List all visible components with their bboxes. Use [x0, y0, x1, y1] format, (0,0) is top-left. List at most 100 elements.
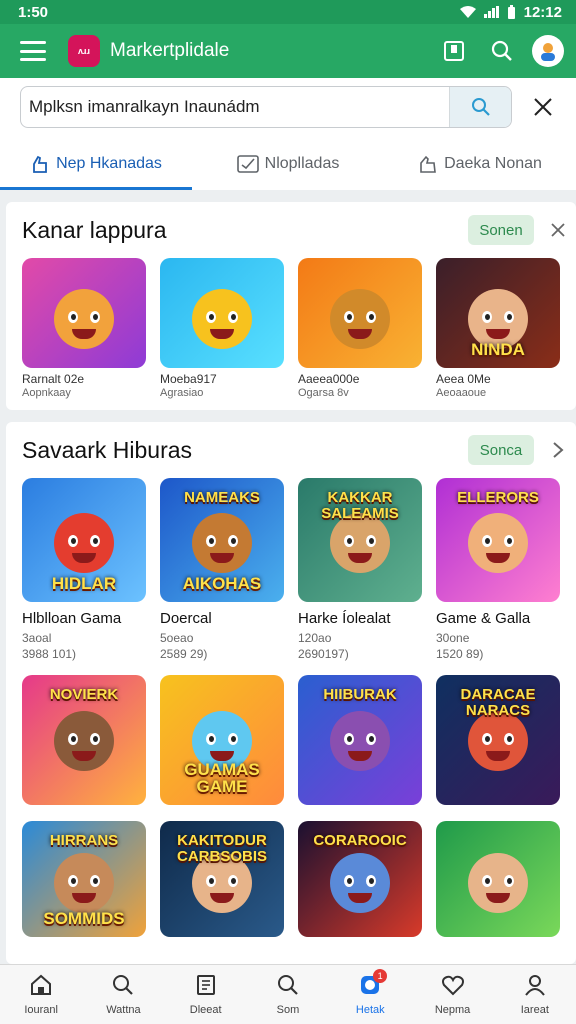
bookmark-button[interactable]	[434, 31, 474, 71]
app-thumbnail[interactable]: KAKKAR SALEAMIS	[298, 478, 422, 602]
nav-item-dleeat[interactable]: Dleeat	[165, 965, 247, 1024]
clear-search-button[interactable]	[526, 90, 560, 124]
character-art	[54, 711, 114, 771]
game-card[interactable]: HIIBURAK	[298, 675, 422, 805]
tab-nloplladas[interactable]: Nloplladas	[192, 138, 384, 190]
app-thumbnail[interactable]: HIIBURAK	[298, 675, 422, 805]
thumbnail-title: NOVIERK	[49, 686, 119, 703]
nav-item-wattna[interactable]: Wattna	[82, 965, 164, 1024]
game-card[interactable]	[436, 821, 560, 937]
nav-item-iareat[interactable]: Iareat	[494, 965, 576, 1024]
thumbnail-title: NAMEAKS	[184, 489, 260, 506]
app-subtitle: Aeoaaoue	[436, 387, 487, 399]
thumbnail-title: ELLERORS	[457, 489, 539, 506]
character-art	[330, 289, 390, 349]
game-card[interactable]: DARACAE NARACS	[436, 675, 560, 805]
wifi-icon	[459, 6, 476, 18]
thumbnail-title: CORAROOIC	[313, 832, 407, 849]
tab-bar: Nep Hkanadas Nloplladas Daeka Nonan	[0, 138, 576, 190]
nav-item-hetak[interactable]: 1 Hetak	[329, 965, 411, 1024]
search-submit-button[interactable]	[449, 87, 511, 127]
app-thumbnail[interactable]	[22, 258, 146, 368]
app-thumbnail[interactable]: NOVIERK	[22, 675, 146, 805]
game-name: Doercal	[160, 610, 212, 627]
app-thumbnail[interactable]	[160, 258, 284, 368]
game-card[interactable]: KAKITODUR CARBSOBIS	[160, 821, 284, 937]
app-thumbnail[interactable]: NINDA	[436, 258, 560, 368]
app-thumbnail[interactable]: HIRRANS SOMMIDS	[22, 821, 146, 937]
game-category: 120ao	[298, 631, 332, 645]
battery-icon	[507, 5, 515, 19]
app-bar: ʌɹɹ Markertplidale	[0, 24, 576, 78]
thumbnail-label: HIDLAR	[51, 574, 117, 593]
section-title: Kanar lappura	[22, 216, 167, 243]
app-thumbnail[interactable]	[298, 258, 422, 368]
app-row: NOVIERK GUAMAS GAME HIIBURAK DARACAE NARACS	[6, 675, 576, 805]
close-icon	[534, 98, 552, 116]
game-card[interactable]: CORAROOIC	[298, 821, 422, 937]
chevron-right-icon	[553, 442, 564, 458]
tab-new-hkanadas[interactable]: Nep Hkanadas	[0, 138, 192, 190]
character-art	[192, 513, 252, 573]
hand-icon	[420, 155, 436, 173]
nav-item-iouranl[interactable]: Iouranl	[0, 965, 82, 1024]
app-name: Aeea 0Me	[436, 372, 491, 386]
character-art	[54, 513, 114, 573]
game-card[interactable]: GUAMAS GAME	[160, 675, 284, 805]
game-card[interactable]: HIRRANS SOMMIDS	[22, 821, 146, 937]
app-thumbnail[interactable]: NAMEAKS AIKOHAS	[160, 478, 284, 602]
nav-label: Nepma	[434, 1004, 471, 1016]
status-bar: 1:50 12:12	[0, 0, 576, 24]
character-art	[54, 853, 114, 913]
game-category: 5oeao	[160, 631, 194, 645]
search-icon	[491, 40, 512, 61]
section-see-all-button[interactable]: Sonca	[468, 435, 534, 465]
app-card[interactable]: Moeba917 Agrasiao	[160, 258, 284, 399]
game-name: Harke Íolealat	[298, 610, 391, 627]
thumbnail-label: SOMMIDS	[43, 909, 125, 928]
app-card[interactable]: NINDA Aeea 0Me Aeoaaoue	[436, 258, 560, 399]
app-thumbnail[interactable]: ELLERORS	[436, 478, 560, 602]
game-name: Game & Galla	[436, 610, 531, 627]
checkbox-icon	[236, 155, 259, 173]
search-input[interactable]: Mplksn imanralkayn Inaunádm	[21, 97, 449, 117]
game-card[interactable]: HIDLAR Hlblloan Gama 3aoal 3988 101)	[22, 478, 146, 661]
search-button[interactable]	[482, 31, 522, 71]
search-box[interactable]: Mplksn imanralkayn Inaunádm	[20, 86, 512, 128]
section-title: Savaark Hiburas	[22, 436, 193, 463]
app-card[interactable]: Rarnalt 02e Aopnkaay	[22, 258, 146, 399]
avatar[interactable]	[532, 35, 564, 67]
close-section-button[interactable]	[546, 218, 570, 242]
app-name: Moeba917	[160, 372, 217, 386]
section-see-all-button[interactable]: Sonen	[468, 215, 534, 245]
app-thumbnail[interactable]	[436, 821, 560, 937]
game-card[interactable]: KAKKAR SALEAMIS Harke Íolealat 120ao 269019…	[298, 478, 422, 661]
app-thumbnail[interactable]: DARACAE NARACS	[436, 675, 560, 805]
next-arrow-button[interactable]	[546, 438, 570, 462]
app-thumbnail[interactable]: HIDLAR	[22, 478, 146, 602]
game-category: 3aoal	[22, 631, 52, 645]
thumbnail-title: KAKKAR SALEAMIS	[321, 489, 399, 522]
search-icon	[471, 98, 490, 116]
app-thumbnail[interactable]: GUAMAS GAME	[160, 675, 284, 805]
status-clock: 12:12	[523, 3, 562, 21]
thumbnail-title: HIRRANS	[49, 832, 119, 849]
tab-daeka-nonan[interactable]: Daeka Nonan	[384, 138, 576, 190]
section-kanar-lappura: Kanar lappura Sonen Rarnalt 02e Aopnkaay M…	[6, 202, 576, 410]
app-card[interactable]: Aaeea000e Ogarsa 8v	[298, 258, 422, 399]
nav-item-nepma[interactable]: Nepma	[411, 965, 493, 1024]
game-card[interactable]: ELLERORS Game & Galla 30one 1520 89)	[436, 478, 560, 661]
game-rating: 2589 29)	[160, 647, 208, 661]
app-subtitle: Agrasiao	[160, 387, 204, 399]
game-card[interactable]: NOVIERK	[22, 675, 146, 805]
app-thumbnail[interactable]: CORAROOIC	[298, 821, 422, 937]
menu-icon[interactable]	[20, 41, 46, 61]
section-savaark-hiburas: Savaark Hiburas Sonca HIDLAR Hlblloan Gam…	[6, 422, 576, 964]
nav-item-som[interactable]: Som	[247, 965, 329, 1024]
tab-label: Nep Hkanadas	[56, 155, 162, 172]
character-art	[54, 289, 114, 349]
hand-icon	[33, 155, 47, 173]
heart-icon	[441, 973, 465, 1000]
game-card[interactable]: NAMEAKS AIKOHAS Doercal 5oeao 2589 29)	[160, 478, 284, 661]
app-thumbnail[interactable]: KAKITODUR CARBSOBIS	[160, 821, 284, 937]
